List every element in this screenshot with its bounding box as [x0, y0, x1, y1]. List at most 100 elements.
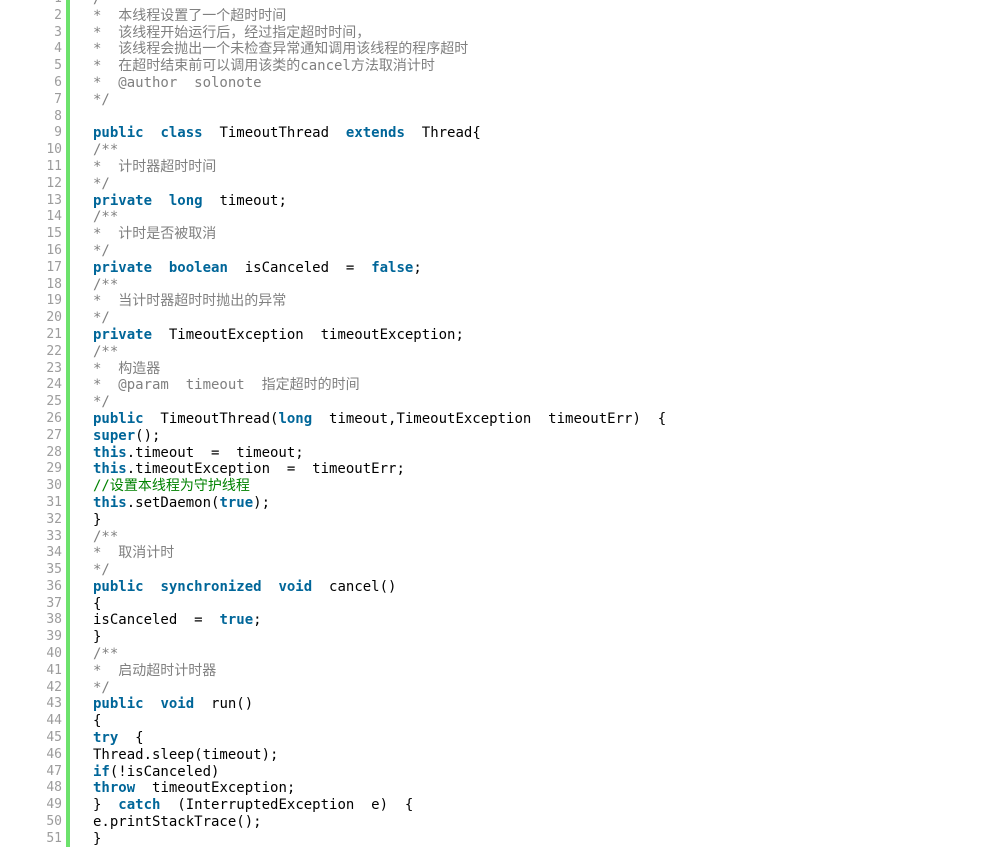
line-number: 29: [0, 461, 70, 479]
code-line: 6 * @author solonote: [0, 74, 1000, 92]
keyword-token: try: [93, 730, 119, 747]
keyword-token: synchronized: [160, 578, 262, 595]
line-number: 5: [0, 58, 70, 75]
code-line: 51}: [0, 830, 1000, 847]
line-content: private long timeout;: [93, 193, 287, 210]
line-number: 34: [0, 545, 70, 563]
line-number: 18: [0, 276, 70, 294]
keyword-token: public: [93, 696, 144, 713]
comment-token: * 该线程开始运行后，经过指定超时时间，: [93, 24, 371, 41]
line-number: 31: [0, 494, 70, 512]
line-number: 41: [0, 662, 70, 680]
comment-token: * 取消计时: [93, 545, 175, 562]
line-content: }: [93, 831, 101, 847]
line-number: 16: [0, 242, 70, 260]
line-number: 45: [0, 730, 70, 747]
code-line: 4 * 该线程会抛出一个未检查异常通知调用该线程的程序超时: [0, 41, 1000, 59]
line-number: 30: [0, 478, 70, 495]
line-number: 9: [0, 125, 70, 143]
code-line: 20 */: [0, 310, 1000, 327]
code-line: 8: [0, 108, 1000, 126]
line-content: */: [93, 394, 110, 411]
line-number: 17: [0, 259, 70, 277]
line-content: public void run(): [93, 696, 253, 713]
keyword-token: private: [93, 326, 153, 343]
code-line: 36 public synchronized void cancel(): [0, 578, 1000, 596]
code-line: 15 * 计时是否被取消: [0, 226, 1000, 243]
code-line: 42 */: [0, 679, 1000, 697]
comment-token: * 该线程会抛出一个未检查异常通知调用该线程的程序超时: [93, 41, 469, 58]
line-number: 6: [0, 74, 70, 92]
code-token: Thread.sleep(timeout);: [93, 746, 279, 763]
line-number: 8: [0, 108, 70, 126]
code-line: 43 public void run(): [0, 696, 1000, 714]
line-content: * 该线程开始运行后，经过指定超时时间，: [93, 25, 370, 42]
code-token: }: [93, 830, 102, 847]
line-number: 2: [0, 7, 70, 25]
line-number: 27: [0, 427, 70, 445]
line-content: } catch (InterruptedException e) {: [93, 797, 413, 814]
code-line: 18 /**: [0, 276, 1000, 294]
code-line: 34 * 取消计时: [0, 545, 1000, 563]
code-line: 7 */: [0, 91, 1000, 109]
code-line: 22 /**: [0, 343, 1000, 361]
keyword-token: catch: [118, 797, 161, 814]
line-content: this.timeout = timeout;: [93, 445, 304, 462]
line-number: 4: [0, 41, 70, 59]
code-line: 11 * 计时器超时时间: [0, 158, 1000, 176]
line-number: 13: [0, 192, 70, 210]
keyword-token: class: [160, 125, 203, 142]
keyword-token: throw: [93, 780, 136, 797]
code-block: 1 /** 2 * 本线程设置了一个超时时间 3 * 该线程开始运行后，经过指定超时时间，…: [0, 0, 1000, 847]
code-token: ;: [413, 259, 422, 276]
code-line: 49} catch (InterruptedException e) {: [0, 797, 1000, 815]
line-number: 48: [0, 780, 70, 798]
line-content: public TimeoutThread(long timeout,Timeou…: [93, 411, 666, 428]
line-content: */: [93, 92, 110, 109]
keyword-token: public: [93, 125, 144, 142]
line-content: }: [93, 512, 101, 529]
code-token: {: [93, 595, 102, 612]
line-number: 20: [0, 310, 70, 327]
line-content: * @param timeout 指定超时的时间: [93, 377, 360, 394]
line-number: 26: [0, 410, 70, 428]
line-number: 7: [0, 91, 70, 109]
code-token: TimeoutException timeoutException;: [152, 326, 464, 343]
line-content: public synchronized void cancel(): [93, 579, 396, 596]
code-line: 19 * 当计时器超时时抛出的异常: [0, 293, 1000, 311]
line-number: 11: [0, 158, 70, 176]
code-line: 31 this.setDaemon(true);: [0, 494, 1000, 512]
code-token: );: [253, 494, 271, 511]
code-line: 24 * @param timeout 指定超时的时间: [0, 377, 1000, 395]
keyword-token: public: [93, 578, 144, 595]
keyword-token: true: [219, 612, 254, 629]
line-content: super();: [93, 428, 160, 445]
line-content: /**: [93, 277, 118, 294]
line-number: 33: [0, 528, 70, 546]
code-line: 45 try {: [0, 730, 1000, 747]
code-line: 3 * 该线程开始运行后，经过指定超时时间，: [0, 24, 1000, 42]
code-line: 16 */: [0, 242, 1000, 260]
code-token: cancel(): [312, 578, 397, 595]
keyword-token: extends: [345, 125, 405, 142]
comment-token: */: [93, 91, 110, 108]
comment-token: /**: [93, 209, 119, 226]
line-number: 46: [0, 746, 70, 764]
keyword-token: private: [93, 259, 153, 276]
code-token: isCanceled =: [93, 612, 220, 629]
comment-token: */: [93, 175, 110, 192]
code-line: 33 /**: [0, 528, 1000, 546]
line-number: 22: [0, 343, 70, 361]
comment-token: /**: [93, 276, 119, 293]
code-token: ;: [253, 612, 262, 629]
code-line: 47 if(!isCanceled): [0, 763, 1000, 781]
code-token: timeoutException;: [135, 780, 296, 797]
line-number: 43: [0, 696, 70, 714]
comment-token: /**: [93, 0, 118, 7]
code-token: TimeoutThread(: [143, 410, 279, 427]
line-content: if(!isCanceled): [93, 764, 219, 781]
code-line: 29 this.timeoutException = timeoutErr;: [0, 461, 1000, 479]
